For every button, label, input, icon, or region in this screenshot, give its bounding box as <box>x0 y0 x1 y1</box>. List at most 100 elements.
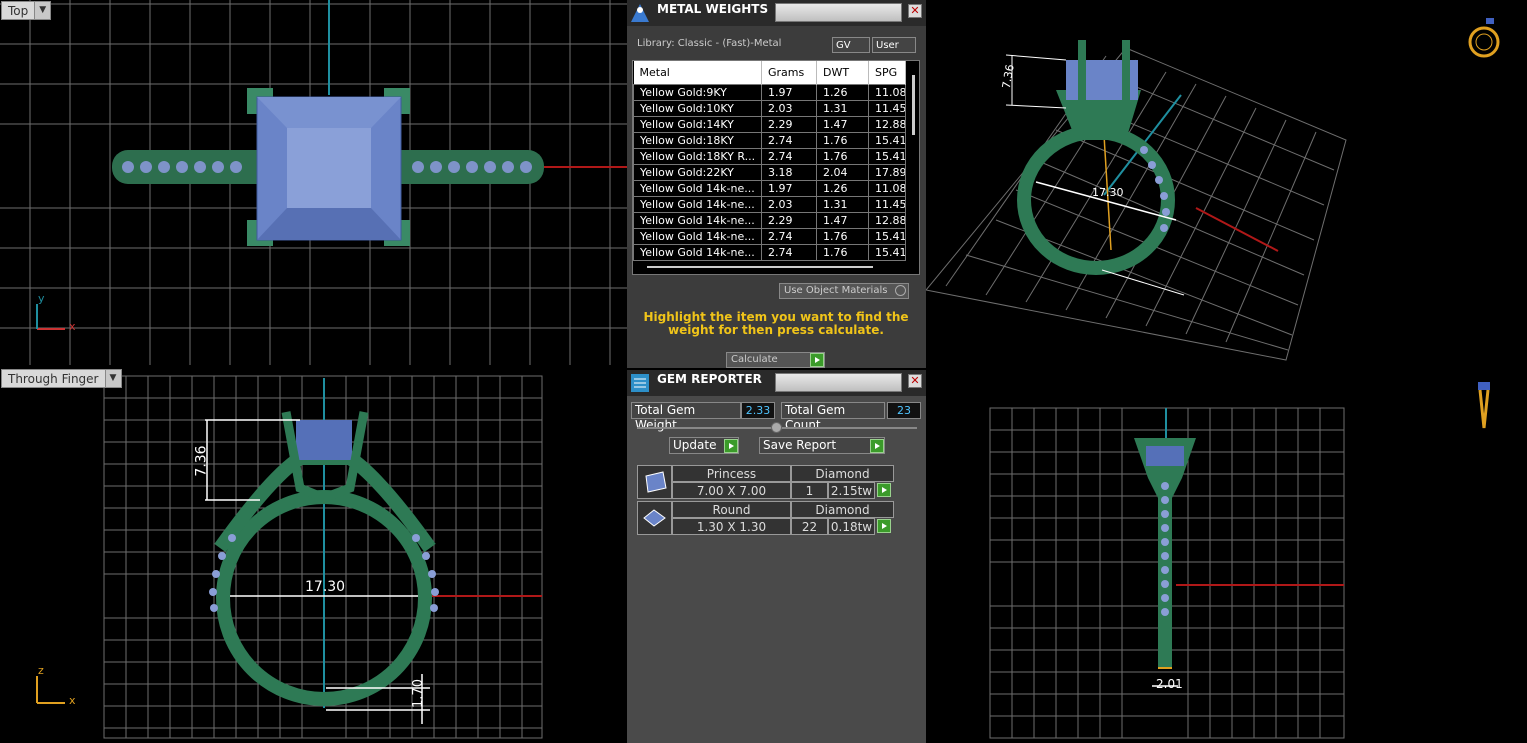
table-cell: 11.08 <box>868 83 906 101</box>
table-cell: 1.47 <box>816 211 869 229</box>
table-cell: 17.89 <box>868 163 906 181</box>
gv-toggle[interactable]: GV <box>832 37 870 53</box>
side-view-canvas <box>989 382 1490 739</box>
save-report-label: Save Report <box>763 438 837 452</box>
calculate-label: Calculate <box>731 354 778 365</box>
top-view-canvas <box>0 0 627 365</box>
table-row[interactable]: Yellow Gold:18KY 2.74 1.76 15.41 <box>633 131 906 149</box>
library-label: Library: Classic - (Fast)-Metal <box>637 38 782 49</box>
axis-z-label: z <box>38 664 44 677</box>
perspective-canvas <box>926 18 1500 361</box>
gv-label: GV <box>836 40 851 51</box>
table-cell: Yellow Gold 14k-ne... <box>633 179 762 197</box>
gem-reporter-title: GEM REPORTER <box>657 372 762 386</box>
gem-shape: Princess <box>672 465 791 482</box>
front-view-canvas <box>36 375 543 739</box>
col-spg[interactable]: SPG <box>868 61 906 84</box>
table-row[interactable]: Yellow Gold 14k-ne... 2.29 1.47 12.88 <box>633 211 906 229</box>
col-dwt[interactable]: DWT <box>816 61 869 84</box>
table-cell: 1.76 <box>816 131 869 149</box>
table-row[interactable]: Yellow Gold:18KY R... 2.74 1.76 15.41 <box>633 147 906 165</box>
table-vscrollbar[interactable] <box>912 75 915 135</box>
table-row[interactable]: Yellow Gold 14k-ne... 1.97 1.26 11.08 <box>633 179 906 197</box>
table-cell: Yellow Gold 14k-ne... <box>633 211 762 229</box>
table-cell: Yellow Gold 14k-ne... <box>633 243 762 261</box>
table-cell: 11.45 <box>868 195 906 213</box>
metal-weights-panel: METAL WEIGHTS ✕ Library: Classic - (Fast… <box>627 0 926 368</box>
persp-dim-diameter: 17.30 <box>1092 186 1124 199</box>
table-cell: Yellow Gold:22KY <box>633 163 762 181</box>
gem-count: 1 <box>791 482 828 499</box>
table-row[interactable]: Yellow Gold 14k-ne... 2.74 1.76 15.41 <box>633 243 906 261</box>
axis-x-label: x <box>69 320 76 333</box>
table-cell: Yellow Gold:14KY <box>633 115 762 133</box>
table-cell: 2.04 <box>816 163 869 181</box>
table-row[interactable]: Yellow Gold 14k-ne... 2.74 1.76 15.41 <box>633 227 906 245</box>
front-dim-shank: 1.70 <box>410 679 426 708</box>
viewport-name: Top <box>8 4 29 18</box>
metal-weights-title: METAL WEIGHTS <box>657 2 769 16</box>
view-cube-ring-icon[interactable] <box>1464 16 1504 60</box>
scale-icon <box>631 4 649 22</box>
splitter-handle-icon[interactable] <box>771 422 782 433</box>
col-grams[interactable]: Grams <box>761 61 817 84</box>
table-cell: 2.29 <box>761 211 817 229</box>
table-cell: 15.41 <box>868 147 906 165</box>
table-hscrollbar[interactable] <box>647 266 873 268</box>
play-arrow-icon[interactable] <box>870 439 884 453</box>
save-report-button[interactable]: Save Report <box>759 437 885 454</box>
gem-type: Diamond <box>791 465 894 482</box>
front-viewport[interactable]: Through Finger ▼ 7.36 17.30 1.70 x z <box>0 368 627 743</box>
calculate-button[interactable]: Calculate <box>726 352 825 368</box>
viewport-label-through-finger[interactable]: Through Finger ▼ <box>1 369 122 388</box>
metal-weights-titlebar[interactable]: METAL WEIGHTS ✕ <box>627 0 926 26</box>
table-row[interactable]: Yellow Gold:10KY 2.03 1.31 11.45 <box>633 99 906 117</box>
view-cube-ring-side-icon[interactable] <box>1474 378 1498 434</box>
table-cell: 1.31 <box>816 99 869 117</box>
user-toggle[interactable]: User <box>872 37 916 53</box>
perspective-viewport[interactable]: 7.36 17.30 <box>926 0 1527 365</box>
table-cell: 2.74 <box>761 243 817 261</box>
table-cell: 2.74 <box>761 147 817 165</box>
table-cell: 1.26 <box>816 83 869 101</box>
table-cell: 1.47 <box>816 115 869 133</box>
table-cell: 15.41 <box>868 131 906 149</box>
table-cell: 2.74 <box>761 227 817 245</box>
table-row[interactable]: Yellow Gold:22KY 3.18 2.04 17.89 <box>633 163 906 181</box>
close-icon[interactable]: ✕ <box>908 374 922 388</box>
chevron-down-icon[interactable]: ▼ <box>34 2 51 19</box>
table-cell: Yellow Gold 14k-ne... <box>633 195 762 213</box>
viewport-label-top[interactable]: Top ▼ <box>1 1 52 20</box>
table-cell: 2.03 <box>761 99 817 117</box>
total-gem-weight-label: Total Gem Weight <box>631 402 741 432</box>
table-row[interactable]: Yellow Gold:9KY 1.97 1.26 11.08 <box>633 83 906 101</box>
update-button[interactable]: Update <box>669 437 739 454</box>
title-strip <box>775 3 902 22</box>
gem-row[interactable]: Round Diamond 1.30 X 1.30 22 0.18tw <box>636 501 896 537</box>
metal-table-container[interactable]: Metal Grams DWT SPG Yellow Gold:9KY 1.97 1… <box>632 60 920 275</box>
gem-reporter-titlebar[interactable]: GEM REPORTER ✕ <box>627 370 926 396</box>
play-arrow-icon[interactable] <box>724 439 738 453</box>
play-arrow-icon[interactable] <box>877 519 891 533</box>
side-viewport[interactable]: 2.01 <box>926 368 1527 743</box>
gem-weight: 2.15tw <box>828 482 875 499</box>
axis-y-label: y <box>38 292 45 305</box>
top-viewport[interactable]: Top ▼ x y <box>0 0 627 365</box>
table-cell: 2.29 <box>761 115 817 133</box>
table-row[interactable]: Yellow Gold 14k-ne... 2.03 1.31 11.45 <box>633 195 906 213</box>
metal-table: Metal Grams DWT SPG Yellow Gold:9KY 1.97 1… <box>633 61 906 261</box>
col-metal[interactable]: Metal <box>633 61 762 84</box>
gem-row[interactable]: Princess Diamond 7.00 X 7.00 1 2.15tw <box>636 465 896 501</box>
table-row[interactable]: Yellow Gold:14KY 2.29 1.47 12.88 <box>633 115 906 133</box>
chevron-down-icon[interactable]: ▼ <box>104 370 121 387</box>
gem-count: 22 <box>791 518 828 535</box>
play-arrow-icon[interactable] <box>877 483 891 497</box>
axis-x-label: x <box>69 694 76 707</box>
table-cell: 12.88 <box>868 211 906 229</box>
table-cell: 15.41 <box>868 227 906 245</box>
close-icon[interactable]: ✕ <box>908 4 922 18</box>
update-label: Update <box>673 438 717 452</box>
radio-icon[interactable] <box>895 285 906 296</box>
play-arrow-icon[interactable] <box>810 353 824 367</box>
use-object-materials-option[interactable]: Use Object Materials <box>779 283 909 299</box>
